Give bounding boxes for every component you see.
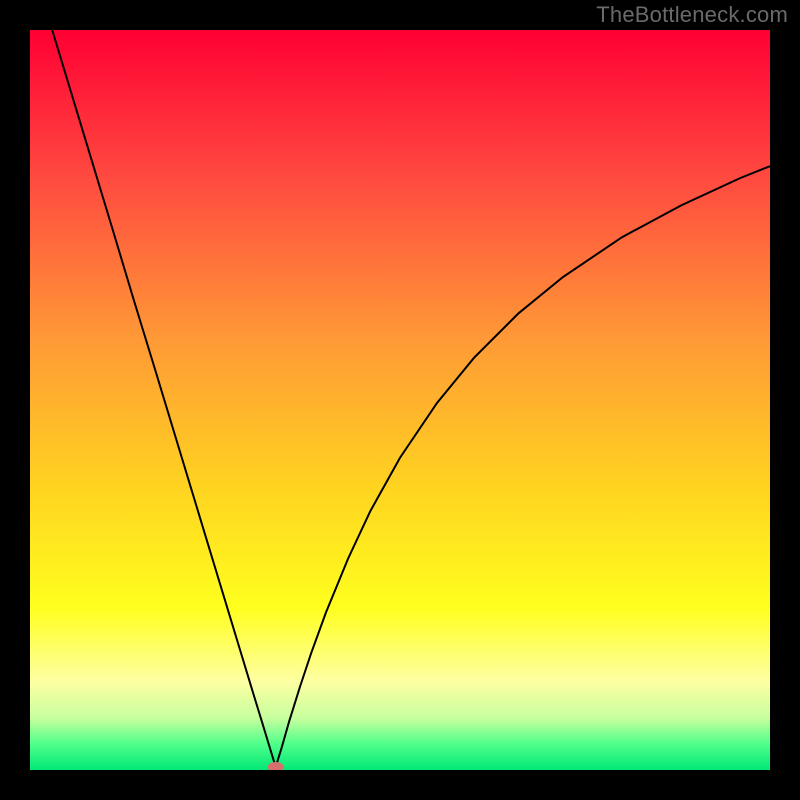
chart-svg: [30, 30, 770, 770]
gradient-background: [30, 30, 770, 770]
chart-container: TheBottleneck.com: [0, 0, 800, 800]
watermark-text: TheBottleneck.com: [596, 2, 788, 28]
plot-area: [30, 30, 770, 770]
